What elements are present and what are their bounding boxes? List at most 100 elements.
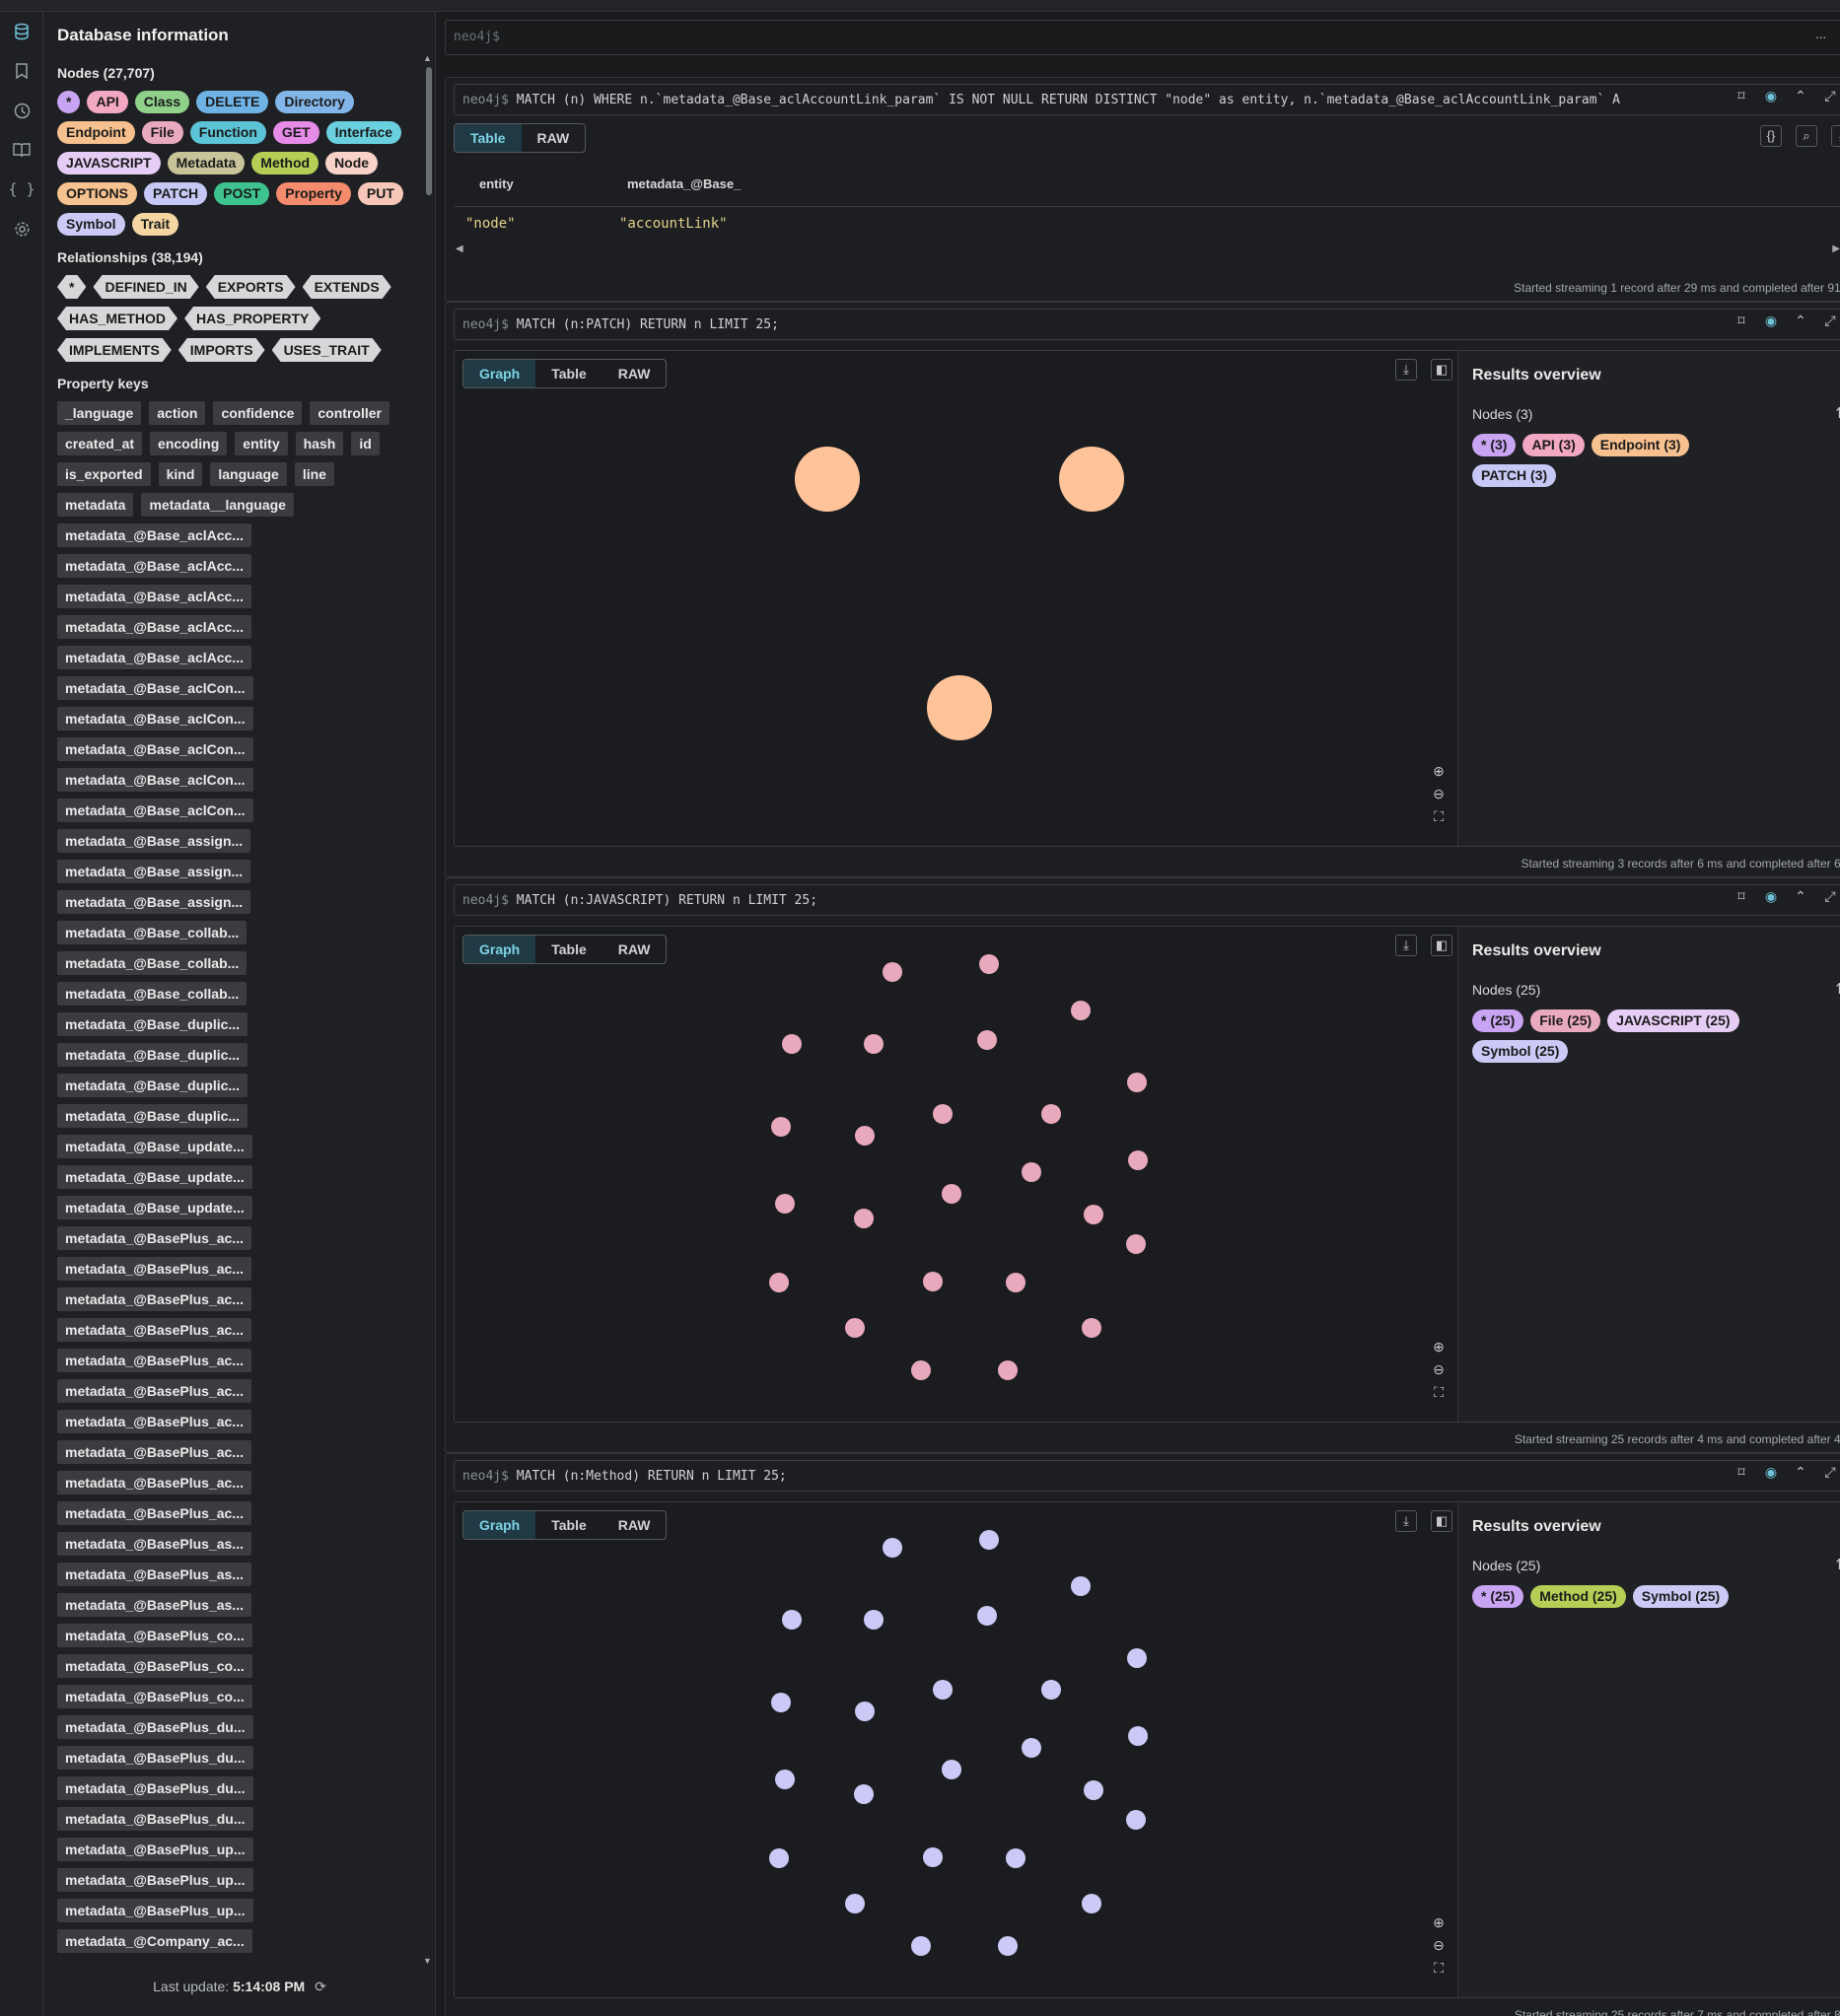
zoom-out-icon[interactable]: ⊖ [1433, 1361, 1445, 1378]
graph-node[interactable] [883, 962, 902, 982]
query-bar[interactable]: neo4j$ MATCH (n:Method) RETURN n LIMIT 2… [454, 1460, 1840, 1492]
overview-label-chip[interactable]: PATCH (3) [1472, 464, 1557, 487]
graph-node[interactable] [854, 1784, 874, 1804]
node-label-chip[interactable]: API [87, 91, 128, 113]
graph-node[interactable] [927, 675, 992, 740]
overview-label-chip[interactable]: File (25) [1530, 1009, 1601, 1032]
property-key-chip[interactable]: metadata_@BasePlus_co... [57, 1624, 252, 1647]
collapse-icon[interactable]: ⌃ [1793, 313, 1808, 329]
zoom-in-icon[interactable]: ⊕ [1433, 1339, 1445, 1356]
overview-label-chip[interactable]: JAVASCRIPT (25) [1607, 1009, 1739, 1032]
bookmark-icon[interactable]: ⌑ [1734, 313, 1749, 329]
tab-table[interactable]: Table [535, 1511, 602, 1539]
graph-node[interactable] [883, 1538, 902, 1558]
property-key-chip[interactable]: metadata_@BasePlus_ac... [57, 1501, 251, 1525]
graph-node[interactable] [1082, 1318, 1101, 1338]
property-key-chip[interactable]: metadata_@BasePlus_as... [57, 1563, 251, 1586]
property-key-chip[interactable]: hash [295, 432, 344, 455]
property-key-chip[interactable]: metadata_@Base_duplic... [57, 1074, 248, 1097]
refresh-icon[interactable]: ⟳ [315, 1979, 326, 1994]
graph-node[interactable] [1127, 1073, 1147, 1092]
graph-node[interactable] [769, 1273, 789, 1292]
relationship-type-chip[interactable]: * [57, 275, 86, 299]
graph-node[interactable] [1082, 1894, 1101, 1913]
query-bar[interactable]: neo4j$ MATCH (n:JAVASCRIPT) RETURN n LIM… [454, 884, 1840, 916]
relationship-type-chip[interactable]: HAS_PROPERTY [184, 307, 320, 330]
collapse-icon[interactable]: ⌃ [1793, 1464, 1808, 1481]
graph-node[interactable] [782, 1034, 802, 1054]
property-key-chip[interactable]: metadata__language [141, 493, 294, 517]
overview-label-chip[interactable]: Method (25) [1530, 1585, 1626, 1608]
relationship-type-chip[interactable]: DEFINED_IN [93, 275, 198, 299]
node-label-chip[interactable]: POST [214, 182, 270, 205]
property-key-chip[interactable]: metadata_@BasePlus_du... [57, 1776, 253, 1800]
property-key-chip[interactable]: metadata_@Base_update... [57, 1165, 252, 1189]
fit-to-screen-icon[interactable]: ⛶ [1434, 1960, 1444, 1977]
property-key-chip[interactable]: metadata_@BasePlus_ac... [57, 1471, 251, 1495]
property-key-chip[interactable]: entity [235, 432, 288, 455]
search-icon[interactable]: ⌕ [1796, 125, 1817, 147]
rerun-icon[interactable]: ◉ [1763, 313, 1779, 329]
graph-node[interactable] [1071, 1576, 1091, 1596]
query-bar[interactable]: neo4j$ MATCH (n) WHERE n.`metadata_@Base… [454, 84, 1840, 115]
graph-node[interactable] [864, 1034, 884, 1054]
property-key-chip[interactable]: kind [158, 462, 203, 486]
overview-label-chip[interactable]: Symbol (25) [1632, 1585, 1730, 1608]
graph-node[interactable] [855, 1126, 875, 1146]
graph-node[interactable] [1084, 1780, 1103, 1800]
graph-node[interactable] [1084, 1205, 1103, 1224]
property-key-chip[interactable]: metadata_@BasePlus_ac... [57, 1349, 251, 1372]
graph-node[interactable] [911, 1936, 931, 1956]
zoom-out-icon[interactable]: ⊖ [1433, 1937, 1445, 1954]
property-key-chip[interactable]: metadata_@Base_aclCon... [57, 737, 253, 761]
graph-node[interactable] [775, 1770, 795, 1789]
graph-node[interactable] [845, 1318, 865, 1338]
property-key-chip[interactable]: metadata_@Base_duplic... [57, 1012, 248, 1036]
bookmark-icon[interactable]: ⌑ [1734, 888, 1749, 905]
property-key-chip[interactable]: metadata_@Base_collab... [57, 921, 248, 944]
sort-icon[interactable]: ⇅ [1835, 404, 1840, 422]
graph-node[interactable] [1071, 1001, 1091, 1020]
graph-node[interactable] [933, 1680, 953, 1700]
query-bar[interactable]: neo4j$ MATCH (n:PATCH) RETURN n LIMIT 25… [454, 309, 1840, 340]
graph-node[interactable] [769, 1848, 789, 1868]
property-key-chip[interactable]: metadata_@BasePlus_as... [57, 1532, 251, 1556]
tab-table[interactable]: Table [455, 124, 522, 152]
graph-node[interactable] [1126, 1810, 1146, 1830]
rerun-icon[interactable]: ◉ [1763, 1464, 1779, 1481]
graph-node[interactable] [1006, 1848, 1026, 1868]
graph-node[interactable] [864, 1610, 884, 1630]
collapse-icon[interactable]: ⌃ [1793, 888, 1808, 905]
rerun-icon[interactable]: ◉ [1763, 88, 1779, 104]
tab-table[interactable]: Table [535, 360, 602, 387]
property-key-chip[interactable]: metadata_@BasePlus_co... [57, 1685, 252, 1708]
property-key-chip[interactable]: metadata_@Base_aclCon... [57, 707, 253, 730]
property-key-chip[interactable]: metadata_@Base_assign... [57, 860, 251, 883]
node-label-chip[interactable]: Method [251, 152, 319, 174]
overview-label-chip[interactable]: * (25) [1472, 1009, 1524, 1032]
tab-graph[interactable]: Graph [463, 360, 536, 387]
tab-graph[interactable]: Graph [463, 936, 536, 963]
property-key-chip[interactable]: metadata_@Base_collab... [57, 951, 248, 975]
property-key-chip[interactable]: metadata_@Base_aclAcc... [57, 646, 251, 669]
graph-node[interactable] [775, 1194, 795, 1214]
graph-node[interactable] [782, 1610, 802, 1630]
graph-node[interactable] [1006, 1273, 1026, 1292]
rerun-icon[interactable]: ◉ [1763, 888, 1779, 905]
download-icon[interactable]: ⤓ [1395, 1510, 1417, 1532]
graph-node[interactable] [855, 1702, 875, 1721]
node-label-chip[interactable]: Endpoint [57, 121, 135, 144]
property-key-chip[interactable]: metadata_@Base_update... [57, 1135, 252, 1158]
node-label-chip[interactable]: Interface [325, 121, 402, 144]
json-braces-icon[interactable]: {} [1760, 125, 1782, 147]
guides-book-icon[interactable] [0, 130, 43, 170]
property-key-chip[interactable]: language [210, 462, 287, 486]
overview-label-chip[interactable]: * (3) [1472, 434, 1517, 456]
tab-raw[interactable]: RAW [522, 124, 586, 152]
history-icon[interactable] [0, 91, 43, 130]
graph-node[interactable] [923, 1272, 943, 1291]
property-key-chip[interactable]: metadata_@Base_update... [57, 1196, 252, 1219]
tab-table[interactable]: Table [535, 936, 602, 963]
property-key-chip[interactable]: metadata_@BasePlus_ac... [57, 1410, 251, 1433]
property-key-chip[interactable]: metadata_@BasePlus_du... [57, 1746, 253, 1770]
